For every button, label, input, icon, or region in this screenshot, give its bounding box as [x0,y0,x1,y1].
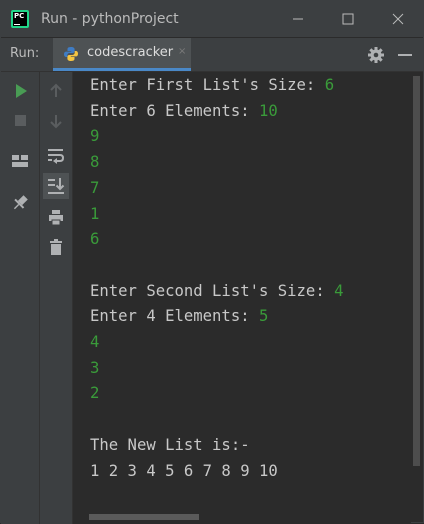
vertical-scrollbar-thumb[interactable] [413,76,420,466]
console-actions-gutter [40,72,73,524]
console-line: 2 [90,382,99,404]
console-line: 3 [90,357,99,379]
python-icon [64,47,78,61]
close-icon [392,13,404,25]
soft-wrap-icon[interactable] [47,146,65,164]
console-user-input: 10 [259,101,278,120]
settings-icon[interactable] [367,46,385,64]
minimize-icon [293,18,303,20]
horizontal-scrollbar-thumb[interactable] [89,514,199,520]
console-prompt-text: The New List is:- [90,435,250,454]
close-button[interactable] [373,1,423,37]
pycharm-logo-icon: PC [11,10,29,28]
console-prompt-text: 1 2 3 4 5 6 7 8 9 10 [90,461,278,480]
console-user-input: 3 [90,358,100,377]
rerun-icon[interactable] [12,82,30,100]
minimize-button[interactable] [273,1,323,37]
console-line: Enter First List's Size: 6 [90,74,334,96]
console-line: 9 [90,125,99,147]
run-window: PC Run - pythonProject Run: codescracker… [0,0,424,524]
pin-icon[interactable] [11,194,29,212]
tab-close-icon[interactable]: × [178,46,186,57]
window-title: Run - pythonProject [41,11,179,27]
console-user-input: 1 [90,204,100,223]
maximize-button[interactable] [323,1,373,37]
console-user-input: 5 [259,307,269,326]
console-line: Enter 6 Elements: 10 [90,100,278,122]
console-output[interactable]: Enter First List's Size: 6 Enter 6 Elemen… [73,72,409,515]
console-user-input: 4 [334,281,344,300]
run-actions-gutter [1,72,40,524]
console-prompt-text: Enter 4 Elements: [90,307,259,326]
print-icon[interactable] [47,208,65,226]
console-line: 1 2 3 4 5 6 7 8 9 10 [90,460,278,482]
console-prompt-text: Enter First List's Size: [90,76,325,94]
console-user-input: 9 [90,127,100,146]
console-user-input: 6 [90,230,100,249]
title-bar: PC Run - pythonProject [1,1,423,37]
tab-label: codescracker [87,45,174,60]
console-user-input: 2 [90,384,100,403]
run-toolbar: Run: codescracker × [1,38,423,72]
console-prompt-text: Enter 6 Elements: [90,101,259,120]
window-controls [273,1,423,37]
stop-icon[interactable] [12,112,30,130]
up-arrow-icon[interactable] [47,82,65,100]
layout-icon[interactable] [11,152,29,170]
console-line: 6 [90,228,99,250]
console-prompt-text: Enter Second List's Size: [90,281,335,300]
logo-text: PC [14,12,25,20]
down-arrow-icon[interactable] [47,112,65,130]
run-label: Run: [10,46,40,61]
trash-icon[interactable] [47,238,65,256]
vertical-scrollbar[interactable] [411,72,423,515]
console-user-input: 8 [90,153,100,172]
maximize-icon [342,13,354,25]
console-user-input: 4 [90,333,100,351]
console-line: 8 [90,151,99,173]
hide-panel-icon[interactable] [398,54,412,56]
tab-codescracker[interactable]: codescracker × [53,38,191,71]
console-line: Enter Second List's Size: 4 [90,280,344,302]
horizontal-scrollbar[interactable] [73,510,411,524]
console-user-input: 6 [324,76,335,94]
console-line: 1 [90,203,99,225]
scroll-to-end-icon[interactable] [43,173,69,199]
console-user-input: 7 [90,178,100,197]
console-line: 7 [90,177,99,199]
console-line: Enter 4 Elements: 5 [90,305,268,327]
console-line: 4 [90,331,99,353]
console-line: The New List is:- [90,434,250,456]
